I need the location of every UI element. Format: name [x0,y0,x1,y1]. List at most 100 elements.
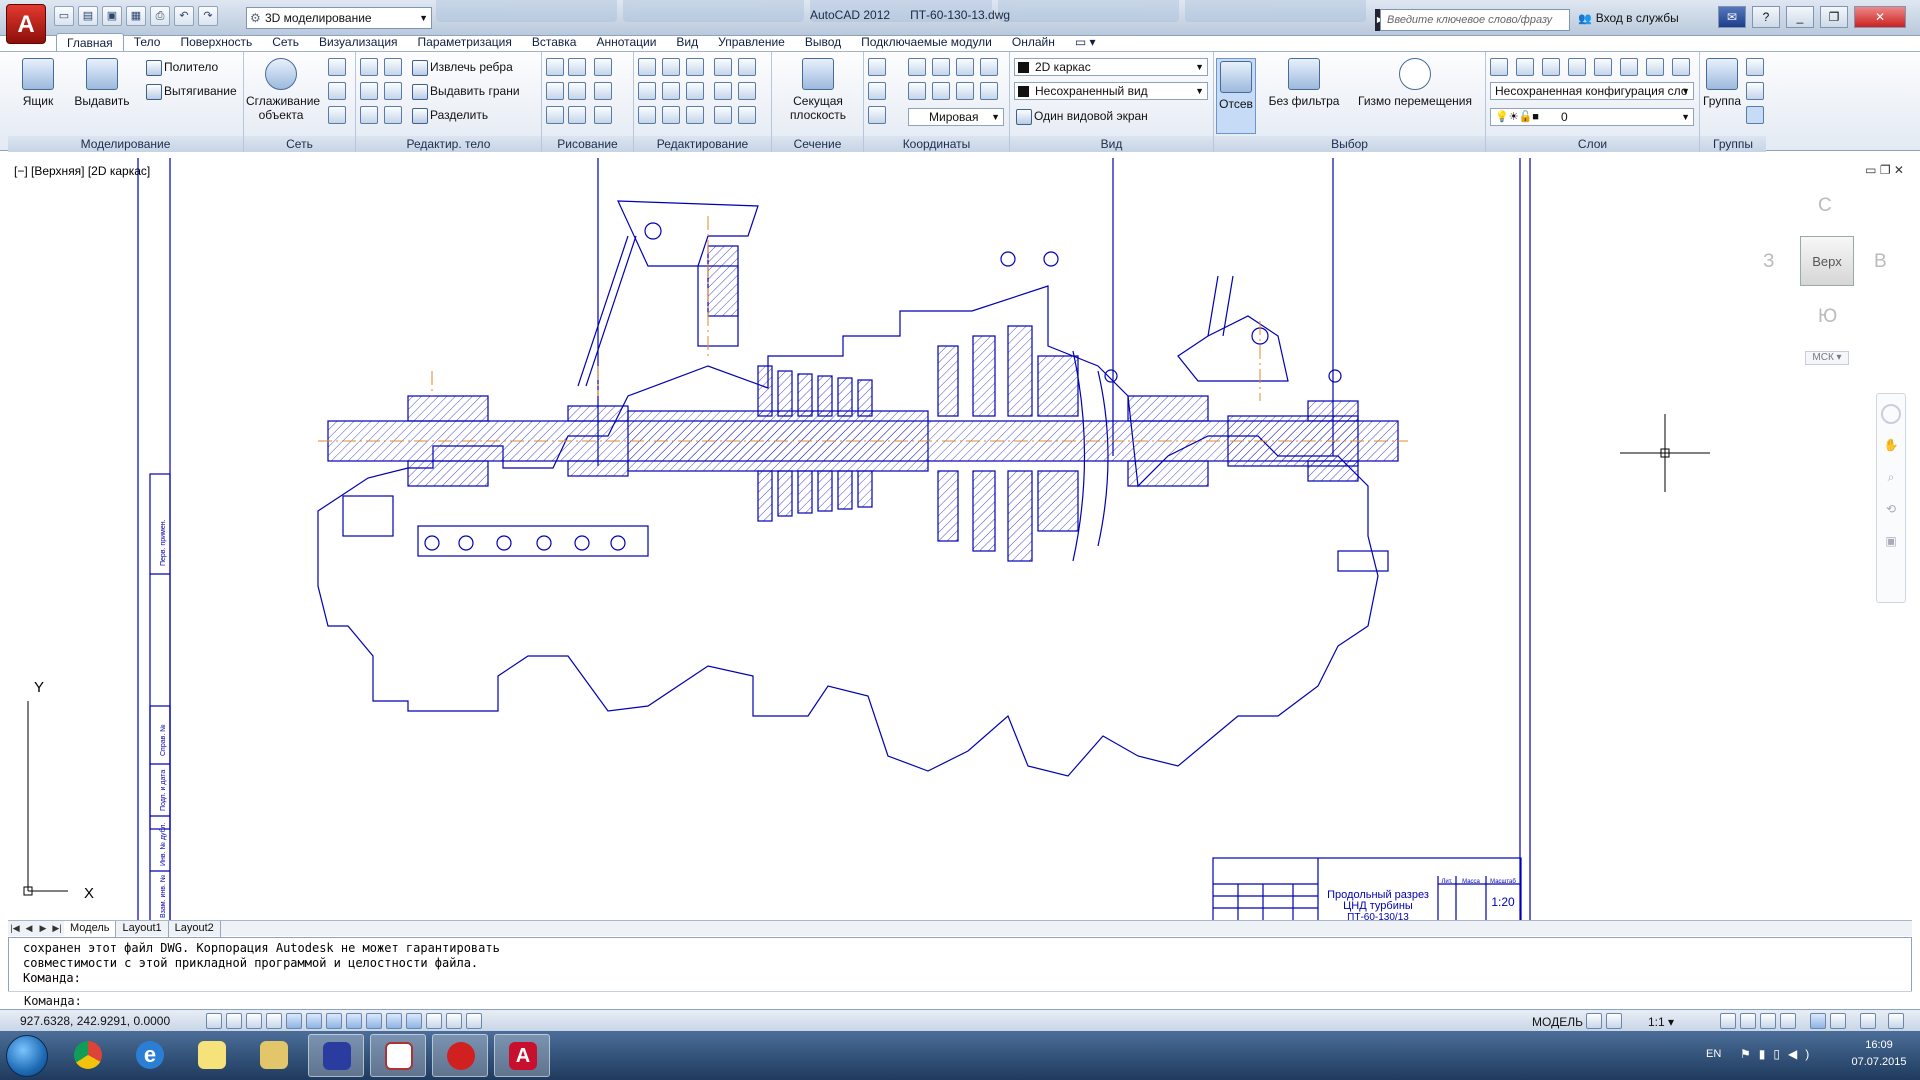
extrude-button[interactable]: Выдавить [74,58,130,108]
tab-mesh[interactable]: Сеть [262,33,309,51]
lineweight-icon[interactable] [406,1013,422,1029]
taskbar-sticky[interactable] [184,1034,240,1077]
layer-off-icon[interactable] [1594,58,1612,76]
mesh-tool-icon[interactable] [328,106,346,124]
group-select-icon[interactable] [1746,106,1764,124]
tab-online[interactable]: Онлайн [1002,33,1065,51]
close-icon[interactable]: ✕ [1854,6,1906,28]
move-gizmo-button[interactable]: Гизмо перемещения [1350,58,1480,108]
pan-icon[interactable]: ✋ [1882,438,1900,456]
quick-props-icon[interactable] [446,1013,462,1029]
grid-icon[interactable] [246,1013,262,1029]
panel-title-view[interactable]: Вид [1010,136,1213,152]
minimize-icon[interactable]: _ [1786,6,1814,28]
intersect-icon[interactable] [360,106,378,124]
restore-icon[interactable]: ❐ [1820,6,1848,28]
3d-array-icon[interactable] [714,58,732,76]
ucs-y-icon[interactable] [956,58,974,76]
quick-view-drawings-icon[interactable] [1606,1013,1622,1029]
layer-isolate-icon[interactable] [1542,58,1560,76]
undo-icon[interactable]: ↶ [174,6,194,26]
turbine-section-drawing[interactable]: Продольный разрез ЦНД турбины ПТ-60-130/… [8,156,1912,921]
orbit-icon[interactable]: ⟲ [1882,502,1900,520]
login-button[interactable]: Вход в службы [1578,11,1679,25]
mirror-icon[interactable] [662,82,680,100]
auto-scale-icon[interactable] [1740,1013,1756,1029]
ellipse-icon[interactable] [594,106,612,124]
tab-parametric[interactable]: Параметризация [408,33,522,51]
polygon-icon[interactable] [546,106,564,124]
rotate-icon[interactable] [686,82,704,100]
taskbar-autocad[interactable]: A [494,1034,550,1077]
tab-solid[interactable]: Тело [124,33,171,51]
line-icon[interactable] [546,58,564,76]
layer-properties-icon[interactable] [1490,58,1508,76]
status-menu-icon[interactable] [1860,1013,1876,1029]
imprint-icon[interactable] [384,106,402,124]
exchange-icon[interactable]: ✉ [1718,6,1746,28]
presspull-button[interactable]: Вытягивание [144,82,237,100]
lock-icon[interactable] [1780,1013,1796,1029]
layer-match-icon[interactable] [1672,58,1690,76]
group-edit-icon[interactable] [1746,82,1764,100]
union-icon[interactable] [360,58,378,76]
panel-title-groups[interactable]: Группы [1700,136,1766,152]
viewport-controls-label[interactable]: [−] [Верхняя] [2D каркас] [14,164,150,178]
print-icon[interactable]: ⎙ [150,6,170,26]
taskbar-chrome[interactable] [60,1034,116,1077]
panel-title-coordinates[interactable]: Координаты [864,136,1009,152]
subtract-icon[interactable] [360,82,378,100]
workspace-switch-icon[interactable] [1760,1013,1776,1029]
selection-cycling-icon[interactable] [466,1013,482,1029]
extrude-faces-button[interactable]: Выдавить грани [410,82,520,100]
tab-layout2[interactable]: Layout2 [169,920,221,937]
named-view-select[interactable]: Несохраненный вид ▼ [1014,82,1208,100]
clean-screen-icon[interactable] [1888,1013,1904,1029]
last-layout-icon[interactable]: ▶| [50,923,64,934]
snap-icon[interactable] [226,1013,242,1029]
ucs-x-icon[interactable] [932,58,950,76]
search-input[interactable]: Введите ключевое слово/фразу [1380,9,1570,31]
zoom-icon[interactable]: ⌕ [1882,470,1900,488]
culling-button[interactable]: Отсев [1216,58,1256,134]
next-layout-icon[interactable]: ▶ [36,923,50,934]
circle-icon[interactable] [594,82,612,100]
otrack-icon[interactable] [346,1013,362,1029]
move-icon[interactable] [686,58,704,76]
infer-constraints-icon[interactable] [206,1013,222,1029]
slice-icon[interactable] [384,58,402,76]
showmotion-icon[interactable]: ▣ [1882,534,1900,552]
ucs-select[interactable]: Мировая ▼ [908,108,1004,126]
tab-view[interactable]: Вид [666,33,708,51]
panel-title-selection[interactable]: Выбор [1214,136,1485,152]
transparency-icon[interactable] [426,1013,442,1029]
panel-title-draw[interactable]: Рисование [542,136,633,152]
rectangle-icon[interactable] [568,106,586,124]
dyn-icon[interactable] [386,1013,402,1029]
save-icon[interactable]: ▣ [102,6,122,26]
tab-annotate[interactable]: Аннотации [586,33,666,51]
mesh-tool-icon[interactable] [328,58,346,76]
start-button[interactable] [6,1035,48,1077]
viewport-window-controls[interactable]: ▭ ❐ ✕ [1865,163,1904,177]
viewcube[interactable]: Верх [1800,236,1854,286]
taskbar-doc[interactable] [370,1034,426,1077]
mesh-tool-icon[interactable] [328,82,346,100]
tab-extra-icon[interactable]: ▭ ▾ [1065,33,1106,51]
clock[interactable]: 16:09 07.07.2015 [1844,1037,1914,1071]
visual-style-select[interactable]: 2D каркас ▼ [1014,58,1208,76]
arc-icon[interactable] [594,58,612,76]
layer-state-select[interactable]: Несохраненная конфигурация сло ▼ [1490,82,1694,100]
taskbar-save[interactable] [308,1034,364,1077]
line-draw-icon[interactable] [568,82,586,100]
tab-home[interactable]: Главная [56,33,124,51]
stretch-icon[interactable] [662,106,680,124]
redo-icon[interactable]: ↷ [198,6,218,26]
layer-freeze-icon[interactable] [1568,58,1586,76]
3d-rotate-icon[interactable] [662,58,680,76]
polar-icon[interactable] [286,1013,302,1029]
polysolid-button[interactable]: Политело [144,58,218,76]
command-input[interactable]: Команда: [8,991,1912,1009]
tab-model[interactable]: Модель [64,920,117,937]
help-icon[interactable]: ? [1752,6,1780,28]
